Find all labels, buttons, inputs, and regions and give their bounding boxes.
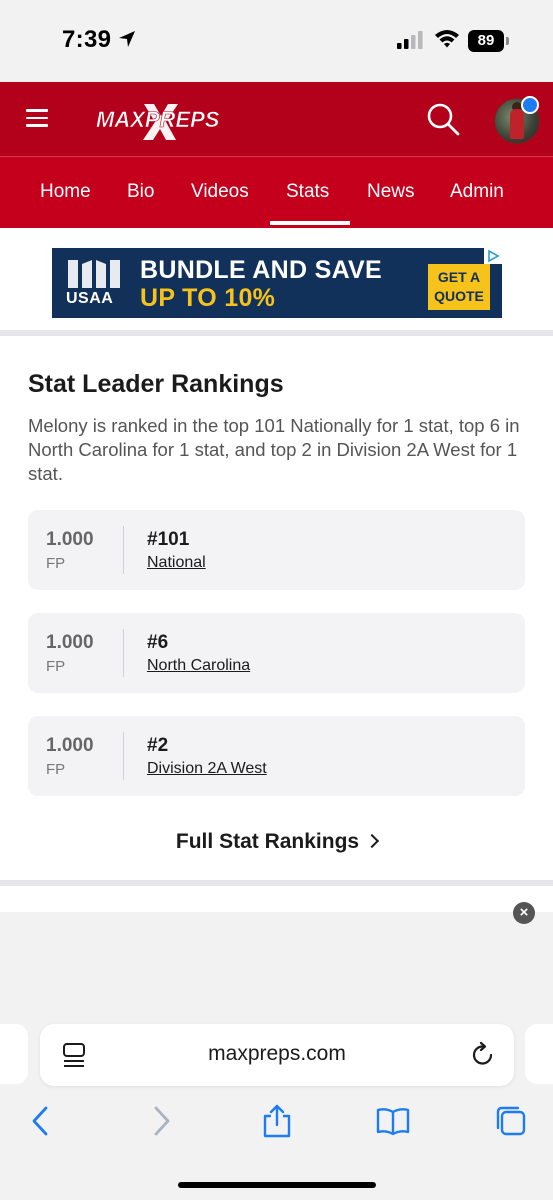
avatar-figure	[510, 109, 524, 139]
stat-abbrev: FP	[46, 761, 66, 778]
stat-leader-section: Stat Leader Rankings Melony is ranked in…	[0, 336, 553, 880]
ad-container: USAA BUNDLE AND SAVE UP TO 10% GET A QUO…	[0, 228, 553, 330]
rank-number: #101	[147, 529, 190, 550]
address-bar[interactable]: maxpreps.com	[40, 1024, 514, 1086]
section-description: Melony is ranked in the top 101 National…	[28, 415, 520, 484]
tab-news[interactable]: News	[367, 181, 415, 203]
stat-value: 1.000	[46, 632, 94, 653]
usaa-banner-ad[interactable]: USAA BUNDLE AND SAVE UP TO 10% GET A QUO…	[52, 248, 502, 318]
stat-abbrev: FP	[46, 658, 66, 675]
card-separator	[123, 526, 124, 574]
stat-value: 1.000	[46, 735, 94, 756]
location-arrow-icon	[119, 31, 135, 47]
ad-headline: BUNDLE AND SAVE	[140, 256, 383, 284]
tab-videos[interactable]: Videos	[191, 181, 249, 203]
rank-scope-link[interactable]: National	[147, 554, 206, 572]
full-stat-rankings-link[interactable]: Full Stat Rankings	[0, 830, 553, 854]
next-tab-preview[interactable]	[525, 1024, 553, 1084]
tab-stats[interactable]: Stats	[286, 181, 329, 203]
ad-cta-button[interactable]: GET A QUOTE	[428, 264, 490, 310]
ad-cta-line2: QUOTE	[434, 288, 484, 304]
tabs-icon[interactable]	[494, 1104, 528, 1138]
previous-tab-preview[interactable]	[0, 1024, 28, 1084]
profile-nav-tabs: Home Bio Videos Stats News Admin	[0, 156, 553, 228]
ad-subheadline: UP TO 10%	[140, 284, 276, 312]
forward-icon[interactable]	[144, 1104, 178, 1138]
tab-bio[interactable]: Bio	[127, 181, 154, 203]
svg-text:MAXPREPS: MAXPREPS	[96, 107, 220, 132]
rank-scope-link[interactable]: Division 2A West	[147, 760, 267, 778]
reload-icon[interactable]	[470, 1042, 496, 1068]
tab-home[interactable]: Home	[40, 181, 91, 203]
share-icon[interactable]	[260, 1104, 294, 1138]
home-indicator	[178, 1182, 376, 1188]
ranking-card-division: 1.000 FP #2 Division 2A West	[28, 716, 525, 796]
ad-brand: USAA	[66, 290, 114, 307]
chevron-right-icon	[365, 833, 380, 849]
ranking-card-national: 1.000 FP #101 National	[28, 510, 525, 590]
battery-level: 89	[468, 30, 504, 52]
back-icon[interactable]	[24, 1104, 58, 1138]
ranking-card-state: 1.000 FP #6 North Carolina	[28, 613, 525, 693]
card-separator	[123, 732, 124, 780]
active-tab-indicator	[270, 221, 350, 225]
tab-admin[interactable]: Admin	[450, 181, 504, 203]
maxpreps-logo[interactable]: MAXPREPS	[96, 100, 226, 140]
card-separator	[123, 629, 124, 677]
stat-value: 1.000	[46, 529, 94, 550]
hamburger-menu-icon[interactable]	[26, 109, 48, 129]
rank-number: #6	[147, 632, 169, 653]
status-time: 7:39	[62, 26, 112, 53]
section-title: Stat Leader Rankings	[28, 370, 284, 398]
rank-number: #2	[147, 735, 169, 756]
site-header: MAXPREPS	[0, 82, 553, 156]
status-bar: 7:39 89	[0, 0, 553, 82]
stat-abbrev: FP	[46, 555, 66, 572]
wifi-icon	[435, 30, 459, 48]
adchoices-icon[interactable]	[484, 248, 502, 264]
full-stat-rankings-label: Full Stat Rankings	[175, 830, 360, 853]
battery-nub	[506, 37, 509, 45]
close-ad-icon[interactable]: ×	[513, 902, 535, 924]
bookmarks-icon[interactable]	[376, 1104, 410, 1138]
content-strip	[0, 886, 553, 912]
url-text: maxpreps.com	[208, 1042, 346, 1065]
rank-scope-link[interactable]: North Carolina	[147, 657, 250, 675]
search-icon[interactable]	[426, 102, 460, 136]
ad-cta-line1: GET A	[437, 269, 481, 285]
cellular-signal-icon	[397, 31, 423, 49]
battery-indicator: 89	[468, 30, 510, 52]
notification-dot	[521, 96, 539, 114]
